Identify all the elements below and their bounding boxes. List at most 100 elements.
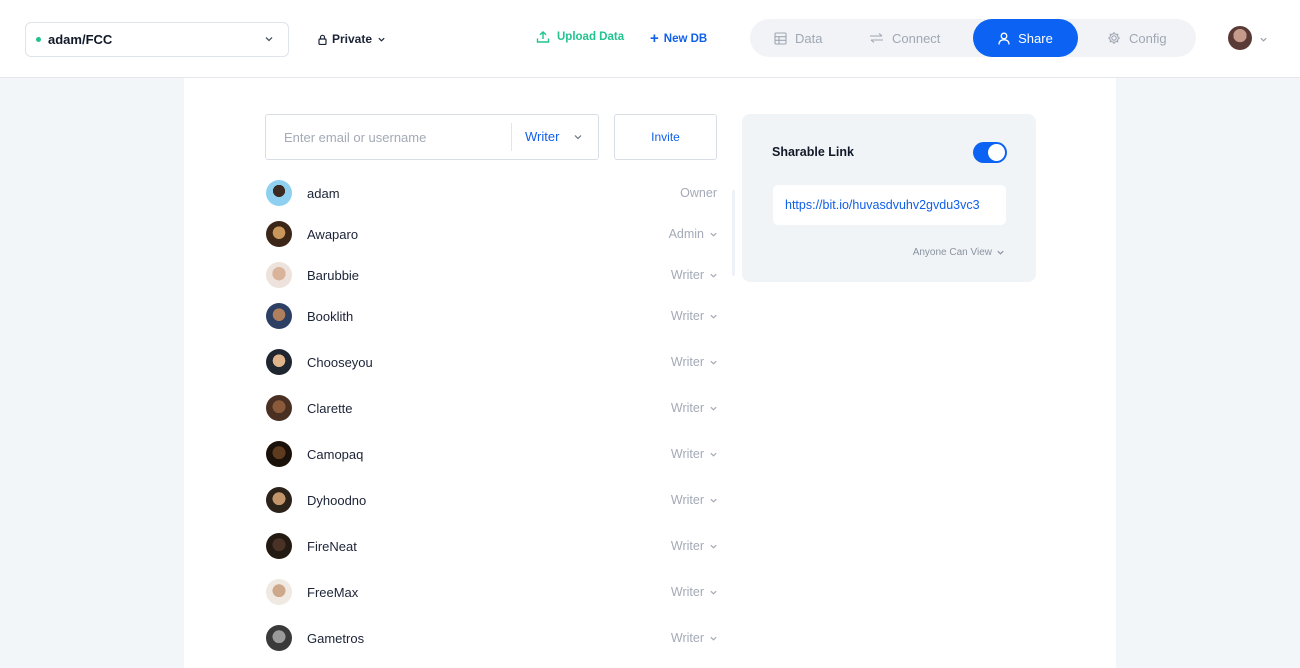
toggle-knob [988,144,1005,161]
chevron-down-icon [710,314,717,319]
sharable-link-title: Sharable Link [772,145,854,159]
member-role-label: Owner [680,186,717,200]
member-row: Barubbie Writer [266,262,718,288]
tab-data[interactable]: Data [774,19,822,57]
member-avatar [266,579,292,605]
member-name: FreeMax [307,585,359,600]
chevron-down-icon [265,37,273,42]
member-row: FireNeat Writer [266,533,718,559]
member-role-dropdown[interactable]: Writer [671,447,718,461]
member-row: Awaparo Admin [266,221,718,247]
tab-label: Config [1129,30,1167,46]
member-name: adam [307,186,340,201]
member-role-text: Writer [670,631,704,645]
sharable-link-toggle[interactable] [973,142,1007,163]
chevron-down-icon [710,498,717,503]
gear-icon [1108,32,1120,44]
member-name: FireNeat [307,539,357,554]
member-role-dropdown[interactable]: Writer [671,493,718,507]
member-role-dropdown[interactable]: Writer [671,309,718,323]
member-name: Chooseyou [307,355,373,370]
member-name: Camopaq [307,447,364,462]
tab-label: Share [1018,30,1053,46]
member-avatar [266,262,292,288]
member-role-text: Writer [670,447,704,461]
member-role-dropdown[interactable]: Writer [671,585,718,599]
arrows-exchange-icon [870,33,883,43]
member-name: Awaparo [307,227,359,242]
member-role-dropdown[interactable]: Writer [671,539,718,553]
visibility-label: Private [332,32,373,46]
tab-label: Data [795,30,823,46]
member-role-text: Owner [680,186,717,200]
upload-icon [536,31,550,43]
chevron-down-icon [710,590,717,595]
new-db-button[interactable]: + New DB [650,31,707,46]
plus-icon: + [650,30,659,47]
link-permission-label: Anyone Can View [912,247,992,258]
member-name: Barubbie [307,268,360,283]
chevron-down-icon [710,360,717,365]
tab-share[interactable]: Share [973,19,1078,57]
link-permission-dropdown[interactable]: Anyone Can View [913,247,1005,258]
member-avatar [266,180,292,206]
member-role-dropdown[interactable]: Writer [671,355,718,369]
invite-role-dropdown[interactable]: Writer [525,129,583,144]
member-role-text: Writer [670,585,704,599]
member-name: Gametros [307,631,365,646]
member-row: Booklith Writer [266,303,718,329]
chevron-down-icon [710,232,717,237]
member-avatar [266,487,292,513]
member-name: Booklith [307,309,354,324]
database-name: adam/FCC [48,32,113,47]
invite-form: Writer [265,114,599,160]
lock-icon [318,34,327,45]
divider [511,123,512,151]
database-selector[interactable]: adam/FCC [25,22,289,57]
chevron-down-icon [710,406,717,411]
table-icon [774,31,787,45]
chevron-down-icon [378,37,385,42]
member-row: Chooseyou Writer [266,349,718,375]
member-role-dropdown[interactable]: Admin [669,227,718,241]
upload-data-label: Upload Data [557,31,625,43]
status-dot [36,37,41,42]
tab-connect[interactable]: Connect [869,19,940,57]
member-name: Clarette [307,401,353,416]
view-tabs: Data Connect Share Config [750,19,1196,57]
member-row: FreeMax Writer [266,579,718,605]
member-role-dropdown[interactable]: Writer [671,631,718,645]
member-row: Gametros Writer [266,625,718,651]
member-role-dropdown[interactable]: Writer [671,268,718,282]
chevron-down-icon [710,544,717,549]
sharable-link-card: Sharable Link https://bit.io/huvasdvuhv2… [742,114,1036,282]
member-row: adam Owner [266,180,718,206]
tab-config[interactable]: Config [1107,19,1167,57]
user-icon [998,32,1010,45]
invite-role-label: Writer [525,129,560,144]
chevron-down-icon [997,250,1004,255]
member-role-text: Writer [670,309,704,323]
member-name: Dyhoodno [307,493,367,508]
member-role-text: Writer [670,493,704,507]
member-row: Camopaq Writer [266,441,718,467]
user-avatar[interactable] [1228,26,1252,50]
chevron-down-icon [710,273,717,278]
member-role-dropdown[interactable]: Writer [671,401,718,415]
member-role-text: Writer [670,268,704,282]
new-db-label: New DB [663,32,708,45]
top-header: adam/FCC Private Upload Data + New DB Da… [0,0,1300,78]
chevron-down-icon [575,134,582,139]
visibility-dropdown[interactable]: Private [318,32,386,46]
chevron-down-icon[interactable] [1259,35,1268,44]
chevron-down-icon [710,636,717,641]
chevron-down-icon [710,452,717,457]
invite-button[interactable]: Invite [614,114,717,160]
invite-email-input[interactable] [266,115,511,159]
member-avatar [266,395,292,421]
member-list-scrollbar[interactable] [732,190,735,276]
upload-data-button[interactable]: Upload Data [536,30,624,44]
member-avatar [266,349,292,375]
member-avatar [266,441,292,467]
sharable-link-field[interactable]: https://bit.io/huvasdvuhv2gvdu3vc3 [773,185,1006,225]
